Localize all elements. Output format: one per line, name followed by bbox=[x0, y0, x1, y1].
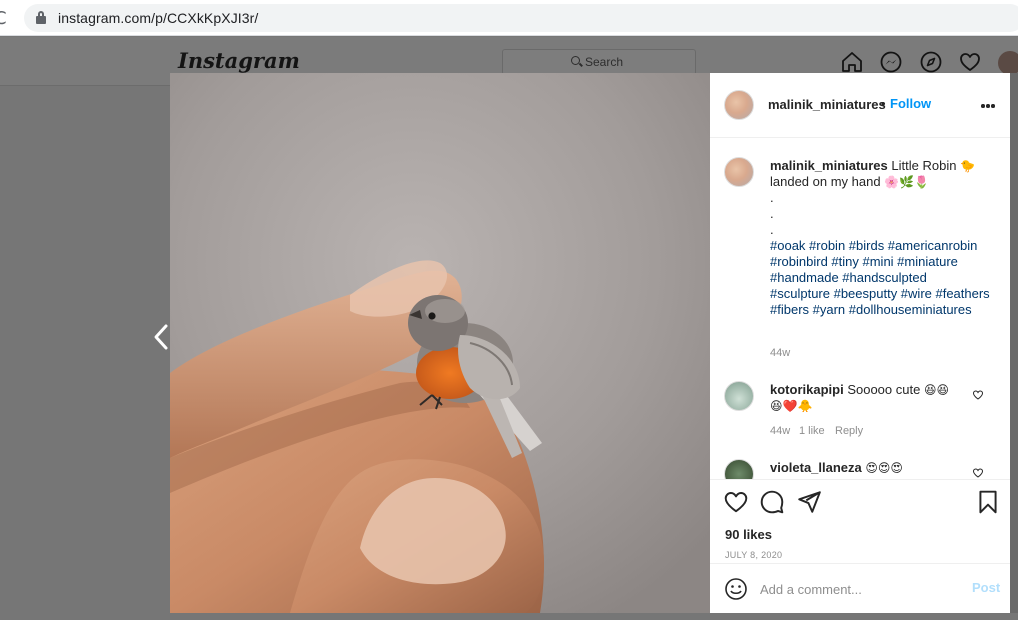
comment-username[interactable]: kotorikapipi bbox=[770, 382, 844, 397]
post-date[interactable]: JULY 8, 2020 bbox=[725, 550, 782, 560]
save-bookmark-icon[interactable] bbox=[975, 489, 1001, 515]
commenter-avatar[interactable] bbox=[724, 459, 754, 479]
comment-emoji: 😆😆 bbox=[923, 383, 949, 397]
url-text[interactable]: instagram.com/p/CCXkKpXJI3r/ bbox=[58, 10, 258, 26]
share-paper-plane-icon[interactable] bbox=[796, 489, 822, 515]
search-input[interactable]: Search bbox=[502, 49, 696, 75]
comment-text: Sooooo cute bbox=[847, 382, 921, 397]
add-comment-bar: Post bbox=[710, 563, 1010, 613]
emoji-smiley-icon[interactable] bbox=[724, 577, 748, 601]
instagram-logo[interactable]: Instagram bbox=[178, 48, 300, 73]
comment-emoji: 😍😍😍 bbox=[865, 461, 903, 475]
post-side-panel: malinik_miniatures • Follow malinik_mini… bbox=[710, 73, 1010, 613]
post-comment-button[interactable]: Post bbox=[972, 580, 1000, 595]
caption-emoji-1: 🐤 bbox=[960, 159, 976, 173]
address-bar[interactable]: instagram.com/p/CCXkKpXJI3r/ bbox=[24, 4, 1018, 32]
caption-emoji-2: 🌸🌿🌷 bbox=[884, 175, 930, 189]
comments-list[interactable]: malinik_miniatures Little Robin 🐤 landed… bbox=[710, 139, 1010, 479]
separator-dot: • bbox=[881, 96, 886, 111]
messenger-icon[interactable] bbox=[879, 50, 903, 74]
author-username[interactable]: malinik_miniatures bbox=[768, 97, 886, 112]
lock-icon[interactable] bbox=[36, 11, 46, 24]
caption-username[interactable]: malinik_miniatures bbox=[770, 158, 888, 173]
post-actions: 90 likes JULY 8, 2020 bbox=[710, 479, 1010, 563]
comment-time[interactable]: 44w bbox=[770, 425, 790, 437]
post-header: malinik_miniatures • Follow bbox=[710, 73, 1010, 138]
comment-likes[interactable]: 1 like bbox=[799, 425, 825, 437]
likes-count[interactable]: 90 likes bbox=[725, 527, 772, 542]
like-heart-icon[interactable] bbox=[723, 489, 749, 515]
follow-button[interactable]: Follow bbox=[890, 96, 931, 111]
author-avatar[interactable] bbox=[724, 90, 754, 120]
post-photo[interactable] bbox=[170, 73, 710, 613]
commenter-avatar[interactable] bbox=[724, 381, 754, 411]
caption-dot: . bbox=[770, 222, 774, 237]
like-comment-heart-icon[interactable] bbox=[972, 389, 984, 401]
comment-bubble-icon[interactable] bbox=[759, 489, 785, 515]
background-feed-edge bbox=[1010, 73, 1018, 613]
home-icon[interactable] bbox=[840, 50, 864, 74]
browser-toolbar: C instagram.com/p/CCXkKpXJI3r/ bbox=[0, 0, 1018, 36]
more-options-icon[interactable] bbox=[980, 98, 996, 114]
caption-dot: . bbox=[770, 190, 774, 205]
comment-emoji-line2: 😆❤️🐥 bbox=[770, 399, 813, 413]
reply-button[interactable]: Reply bbox=[835, 425, 863, 437]
caption-time[interactable]: 44w bbox=[770, 347, 790, 359]
activity-heart-icon[interactable] bbox=[958, 50, 982, 74]
caption-text-2: landed on my hand bbox=[770, 174, 881, 189]
search-placeholder: Search bbox=[585, 55, 624, 69]
explore-icon[interactable] bbox=[919, 50, 943, 74]
profile-avatar[interactable] bbox=[998, 51, 1018, 75]
caption-dot: . bbox=[770, 206, 774, 221]
comment-1: kotorikapipi Sooooo cute 😆😆 😆❤️🐥 bbox=[770, 382, 970, 414]
caption: malinik_miniatures Little Robin 🐤 landed… bbox=[770, 158, 990, 318]
comment-2: violeta_llaneza 😍😍😍 bbox=[770, 460, 970, 476]
comment-username[interactable]: violeta_llaneza bbox=[770, 460, 862, 475]
caption-text-1: Little Robin bbox=[891, 158, 957, 173]
like-comment-heart-icon[interactable] bbox=[972, 467, 984, 479]
reload-icon[interactable]: C bbox=[0, 8, 7, 29]
caption-hashtags[interactable]: #ooak #robin #birds #americanrobin #robi… bbox=[770, 238, 990, 317]
caption-avatar[interactable] bbox=[724, 157, 754, 187]
add-comment-input[interactable] bbox=[760, 579, 960, 599]
search-icon bbox=[571, 56, 580, 65]
robin-miniature-photo bbox=[170, 73, 710, 613]
